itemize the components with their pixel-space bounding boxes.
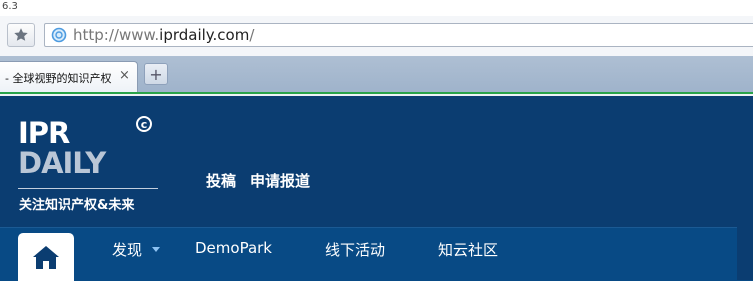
url-path: /: [249, 26, 255, 44]
tab-title: - 全球视野的知识产权: [5, 72, 112, 85]
address-bar-row: http://www.iprdaily.com/: [0, 16, 753, 56]
browser-version-label: 6.3: [2, 1, 18, 12]
nav-edge: [737, 227, 753, 280]
url-host: iprdaily.com: [159, 26, 250, 44]
logo-ipr-text: IPR: [18, 116, 70, 150]
header-links: 投稿 申请报道: [206, 170, 310, 191]
bookmark-star-button[interactable]: [7, 23, 35, 47]
site-tagline: 关注知识产权&未来: [19, 198, 135, 213]
home-button[interactable]: [18, 233, 74, 281]
nav-item-community[interactable]: 知云社区: [438, 239, 498, 260]
tab-close-icon[interactable]: ×: [119, 68, 130, 83]
url-text: http://www.iprdaily.com/: [73, 26, 254, 44]
logo-daily-text: DAILY: [18, 146, 106, 180]
site-logo[interactable]: IPR DAILY c 关注知识产权&未来: [18, 116, 160, 218]
apply-coverage-link[interactable]: 申请报道: [250, 170, 310, 191]
logo-divider: [18, 188, 158, 189]
browser-tab[interactable]: - 全球视野的知识产权 ×: [0, 61, 138, 92]
url-scheme: http://www.: [73, 26, 160, 44]
url-input[interactable]: http://www.iprdaily.com/: [44, 23, 753, 47]
nav-item-discover[interactable]: 发现: [112, 239, 142, 260]
nav-item-demopark[interactable]: DemoPark: [195, 239, 272, 257]
copyright-icon: c: [136, 116, 152, 132]
submit-article-link[interactable]: 投稿: [206, 170, 236, 191]
star-icon: [14, 28, 28, 41]
site-header: IPR DAILY c 关注知识产权&未来 投稿 申请报道: [0, 96, 753, 227]
globe-icon: [51, 27, 67, 43]
tab-strip: - 全球视野的知识产权 × +: [0, 56, 753, 92]
chevron-down-icon: [152, 247, 160, 252]
nav-item-offline-events[interactable]: 线下活动: [325, 239, 385, 260]
home-icon: [33, 246, 59, 269]
new-tab-button[interactable]: +: [144, 63, 168, 85]
main-nav: 发现 DemoPark 线下活动 知云社区: [0, 227, 753, 281]
